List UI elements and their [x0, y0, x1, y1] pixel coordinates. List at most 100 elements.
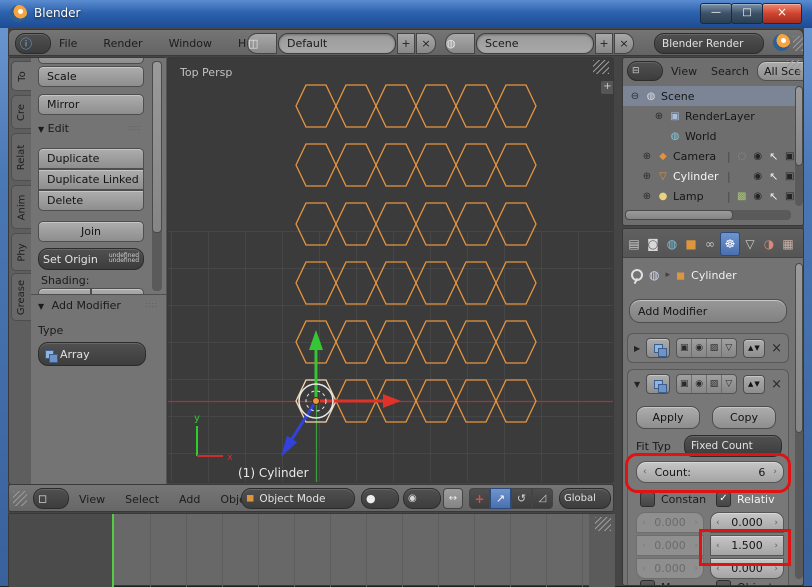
constant-offset-field-0[interactable]: ‹0.000› — [636, 512, 704, 533]
modifier-display-toggles[interactable]: ▣◉▨▽ — [676, 374, 736, 394]
timeline[interactable] — [8, 513, 614, 586]
modifier-display-toggles[interactable]: ▣◉▨▽ — [676, 338, 736, 358]
cursor-toggle-icon[interactable]: ↖ — [767, 170, 781, 183]
scene-icon[interactable]: ◍ — [649, 268, 659, 282]
relative-offset-field-2[interactable]: ‹0.000› — [710, 558, 784, 579]
count-slider[interactable]: ‹ Count: 6 › — [636, 461, 784, 483]
fit-type-dropdown[interactable]: Fixed Count — [684, 435, 782, 457]
menu-render[interactable]: Render — [103, 37, 142, 50]
outliner-row-scene[interactable]: ⊖◍Scene — [623, 86, 797, 106]
expand-icon[interactable]: ⊕ — [651, 111, 667, 122]
manipulator-translate-toggle[interactable]: ↗ — [490, 488, 511, 509]
close-button[interactable]: × — [762, 3, 802, 24]
render-engine-dropdown[interactable]: Blender Render — [654, 33, 764, 54]
add-scene-button[interactable]: + — [595, 33, 613, 54]
addmod-panel-header[interactable]: ▼ Add Modifier — [38, 299, 121, 312]
timeline-playhead[interactable] — [112, 514, 114, 587]
constant-offset-toggle[interactable]: Constan — [640, 492, 706, 507]
object-icon[interactable]: ◼ — [676, 269, 685, 282]
shelf-tab-grease[interactable]: Grease — [11, 273, 32, 321]
scene-selector-icon-button[interactable]: ◍ — [445, 33, 475, 54]
viewport-canvas[interactable]: yx(1) Cylinder — [168, 58, 614, 483]
constant-checkbox[interactable] — [640, 492, 655, 507]
delete-modifier-icon[interactable]: × — [771, 377, 782, 392]
shelf-tab-to[interactable]: To — [11, 61, 32, 91]
outliner-row-renderlayer[interactable]: ⊕▣RenderLayer — [623, 106, 804, 126]
tab-object-data[interactable]: ▽ — [741, 233, 759, 255]
collapse-icon[interactable]: ⊖ — [627, 91, 643, 102]
constant-offset-field-1[interactable]: ‹0.000› — [636, 535, 704, 556]
join-button[interactable]: Join — [38, 221, 144, 242]
relative-offset-toggle[interactable]: ✓ Relativ — [716, 492, 775, 507]
outliner-editor-type-selector[interactable]: ⊟ — [627, 61, 663, 81]
maximize-button[interactable]: □ — [731, 3, 763, 24]
outliner-resize-grip[interactable] — [787, 60, 801, 72]
layout-selector-icon-button[interactable]: ◫ — [247, 33, 277, 54]
rotate-button[interactable]: Rotate — [38, 58, 144, 64]
manipulate-centers-toggle[interactable]: ↔ — [443, 488, 463, 509]
shelf-tab-relat[interactable]: Relat — [11, 133, 32, 181]
constant-offset-field-2[interactable]: ‹0.000› — [636, 558, 704, 579]
tab-world[interactable]: ◍ — [663, 233, 681, 255]
object-offset-checkbox[interactable] — [716, 580, 731, 586]
collapse-arrow-icon[interactable]: ▼ — [634, 380, 640, 389]
viewport-menu-add[interactable]: Add — [179, 493, 200, 506]
expand-icon[interactable]: ⊕ — [639, 191, 655, 202]
expand-icon[interactable]: ⊕ — [639, 151, 655, 162]
modifier-type-dropdown[interactable]: Array — [38, 342, 146, 366]
minimize-button[interactable]: — — [700, 3, 732, 24]
tab-material[interactable]: ◑ — [760, 233, 778, 255]
manipulator-axis-toggle[interactable]: + — [469, 488, 490, 509]
apply-button[interactable]: Apply — [636, 406, 700, 429]
modifier-move-buttons[interactable]: ▲▼ — [743, 375, 765, 394]
outliner-row-camera[interactable]: ⊕◆Camera|◌◉↖▣ — [623, 146, 804, 166]
header-resize-grip[interactable] — [793, 36, 803, 51]
eye-toggle-icon[interactable]: ◉ — [751, 191, 765, 202]
modifier-icon-button[interactable] — [646, 338, 670, 358]
outliner-vscrollbar[interactable] — [795, 86, 803, 206]
outliner-menu-search[interactable]: Search — [711, 65, 749, 78]
relative-offset-field-1[interactable]: ‹1.500› — [710, 535, 784, 556]
shelf-tab-anim[interactable]: Anim — [11, 185, 32, 229]
merge-checkbox[interactable] — [640, 580, 655, 586]
tab-render[interactable]: ▤ — [625, 233, 643, 255]
relative-offset-field-0[interactable]: ‹0.000› — [710, 512, 784, 533]
delete-modifier-icon[interactable]: × — [771, 341, 782, 356]
breadcrumb-object-name[interactable]: Cylinder — [691, 269, 737, 282]
merge-toggle[interactable]: Merge — [640, 580, 695, 586]
viewport-resize-grip[interactable] — [593, 60, 609, 74]
panel-grip-icon[interactable]: ∷∷ — [146, 301, 158, 310]
duplicate-button[interactable]: Duplicate — [38, 148, 144, 169]
delete-layout-button[interactable]: × — [416, 33, 436, 54]
outliner-row-cylinder[interactable]: ⊕▽Cylinder|◉↖▣ — [623, 166, 804, 186]
add-modifier-dropdown[interactable]: Add Modifier — [629, 299, 787, 323]
viewport-menu-view[interactable]: View — [79, 493, 105, 506]
cursor-toggle-icon[interactable]: ↖ — [767, 190, 781, 203]
outliner-row-lamp[interactable]: ⊕●Lamp|▩◉↖▣ — [623, 186, 804, 206]
outliner-row-world[interactable]: ◍World — [623, 126, 804, 146]
scale-button[interactable]: Scale — [38, 66, 144, 87]
tab-modifiers[interactable]: ☸ — [720, 232, 740, 256]
eye-toggle-icon[interactable]: ◉ — [751, 171, 765, 182]
menu-file[interactable]: File — [59, 37, 77, 50]
relative-checkbox[interactable]: ✓ — [716, 492, 731, 507]
region-expand-button[interactable]: + — [600, 80, 614, 95]
viewport-editor-type-selector[interactable]: ◻ — [33, 488, 69, 509]
panel-grip-icon[interactable]: ∷∷ — [129, 124, 141, 133]
properties-vscrollbar[interactable] — [795, 263, 803, 579]
scene-name-field[interactable]: Scene — [476, 33, 594, 54]
delete-scene-button[interactable]: × — [614, 33, 634, 54]
tab-object[interactable]: ■ — [682, 233, 700, 255]
object-offset-toggle[interactable]: Object — [716, 580, 773, 586]
cursor-toggle-icon[interactable]: ↖ — [767, 150, 781, 163]
eye-toggle-icon[interactable]: ◉ — [751, 151, 765, 162]
orientation-dropdown[interactable]: Global — [559, 488, 611, 509]
pin-icon[interactable] — [631, 269, 643, 281]
pivot-dropdown[interactable]: ◉ — [403, 488, 441, 509]
shelf-tab-cre[interactable]: Cre — [11, 95, 32, 129]
outliner-hscrollbar[interactable] — [625, 210, 791, 220]
shelf-tab-phy[interactable]: Phy — [11, 233, 32, 271]
viewport-3d[interactable]: yx(1) Cylinder Top Persp + — [167, 57, 614, 483]
shading-dropdown[interactable]: ● — [361, 488, 399, 509]
menu-window[interactable]: Window — [169, 37, 212, 50]
